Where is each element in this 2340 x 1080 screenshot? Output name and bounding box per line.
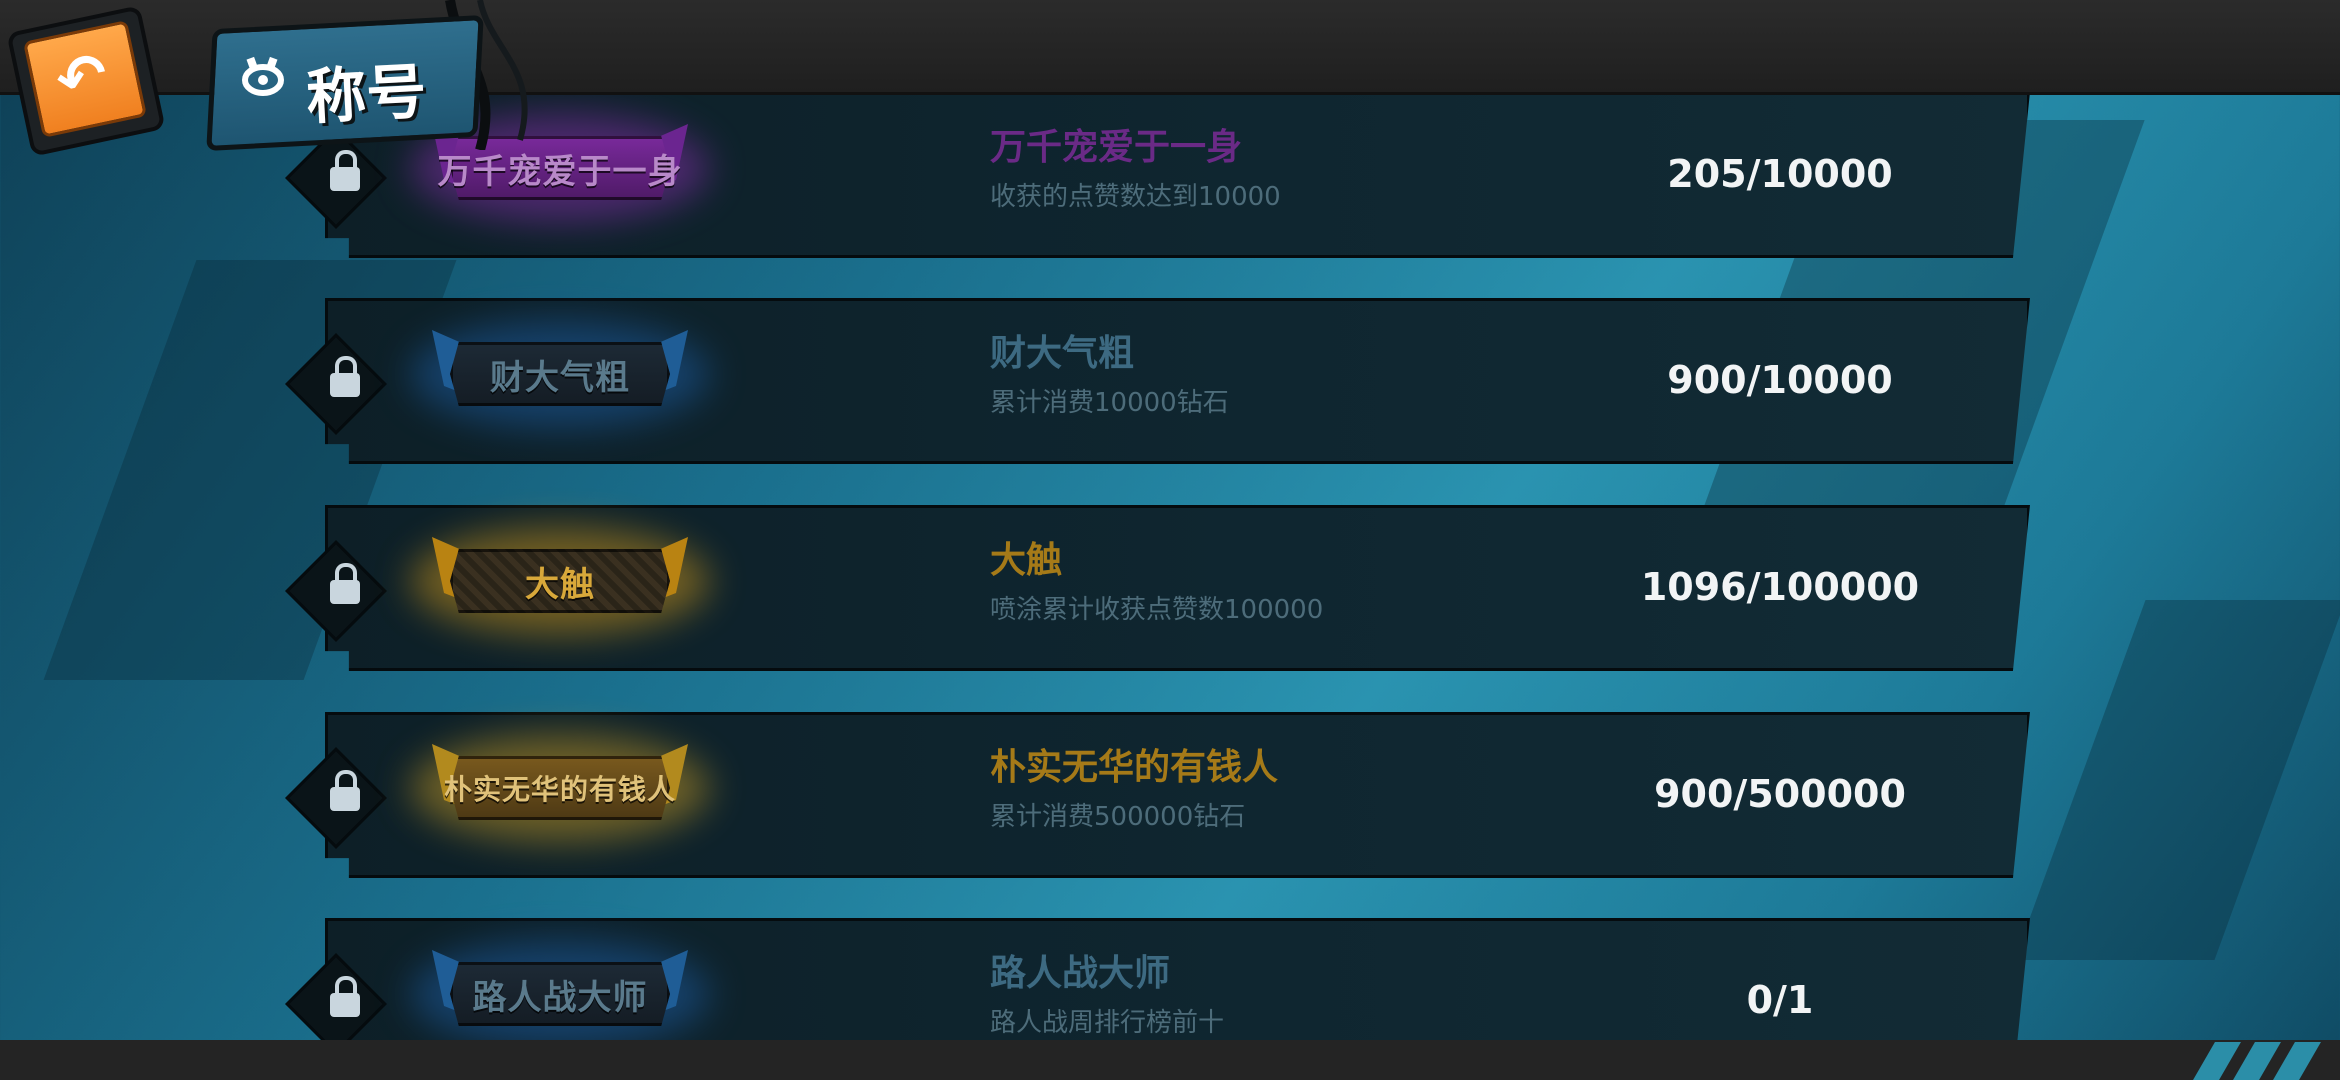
title-progress: 205/10000: [1667, 152, 1893, 196]
badge-label: 万千宠爱于一身: [437, 151, 683, 192]
bottom-bar: [0, 1040, 2340, 1080]
title-description: 累计消费500000钻石: [990, 802, 1246, 832]
title-name: 万千宠爱于一身: [990, 127, 1243, 168]
title-badge: 朴实无华的有钱人: [410, 734, 710, 842]
title-row[interactable]: 朴实无华的有钱人 朴实无华的有钱人 累计消费500000钻石 900/50000…: [285, 712, 2030, 878]
title-description: 路人战周排行榜前十: [990, 1008, 1225, 1038]
title-badge: 财大气粗: [410, 320, 710, 428]
lock-icon: [328, 563, 362, 605]
title-row[interactable]: 路人战大师 路人战大师 路人战周排行榜前十 0/1: [285, 918, 2030, 1040]
title-name: 大触: [990, 540, 1063, 581]
title-name: 路人战大师: [990, 953, 1171, 994]
lock-icon: [328, 976, 362, 1018]
lock-icon: [328, 356, 362, 398]
back-arrow-icon: ↶: [50, 38, 114, 118]
title-progress: 900/10000: [1667, 358, 1893, 402]
badge-label: 朴实无华的有钱人: [443, 773, 676, 806]
page-title-sign: 称号: [206, 15, 484, 151]
title-row[interactable]: 财大气粗 财大气粗 累计消费10000钻石 900/10000: [285, 298, 2030, 464]
lock-icon: [328, 770, 362, 812]
title-description: 收获的点赞数达到10000: [990, 182, 1281, 212]
title-name: 财大气粗: [990, 333, 1135, 374]
badge-label: 路人战大师: [472, 977, 648, 1018]
badge-label: 财大气粗: [490, 357, 630, 398]
back-button[interactable]: ↶: [6, 5, 166, 157]
title-badge-icon: [242, 56, 284, 96]
title-list[interactable]: 万千宠爱于一身 万千宠爱于一身 收获的点赞数达到10000 205/10000 …: [0, 0, 2340, 1040]
title-name: 朴实无华的有钱人: [990, 747, 1279, 788]
page-title: 称号: [304, 56, 429, 134]
title-progress: 1096/100000: [1640, 565, 1920, 609]
title-row[interactable]: 大触 大触 喷涂累计收获点赞数100000 1096/100000: [285, 505, 2030, 671]
title-progress: 0/1: [1746, 978, 1814, 1022]
badge-label: 大触: [525, 564, 595, 605]
title-description: 喷涂累计收获点赞数100000: [990, 595, 1324, 625]
title-badge: 大触: [410, 527, 710, 635]
lock-icon: [328, 150, 362, 192]
title-progress: 900/500000: [1654, 772, 1906, 816]
title-badge: 路人战大师: [410, 940, 710, 1040]
title-description: 累计消费10000钻石: [990, 388, 1229, 418]
bottom-stripes-decoration: [2193, 1042, 2321, 1080]
